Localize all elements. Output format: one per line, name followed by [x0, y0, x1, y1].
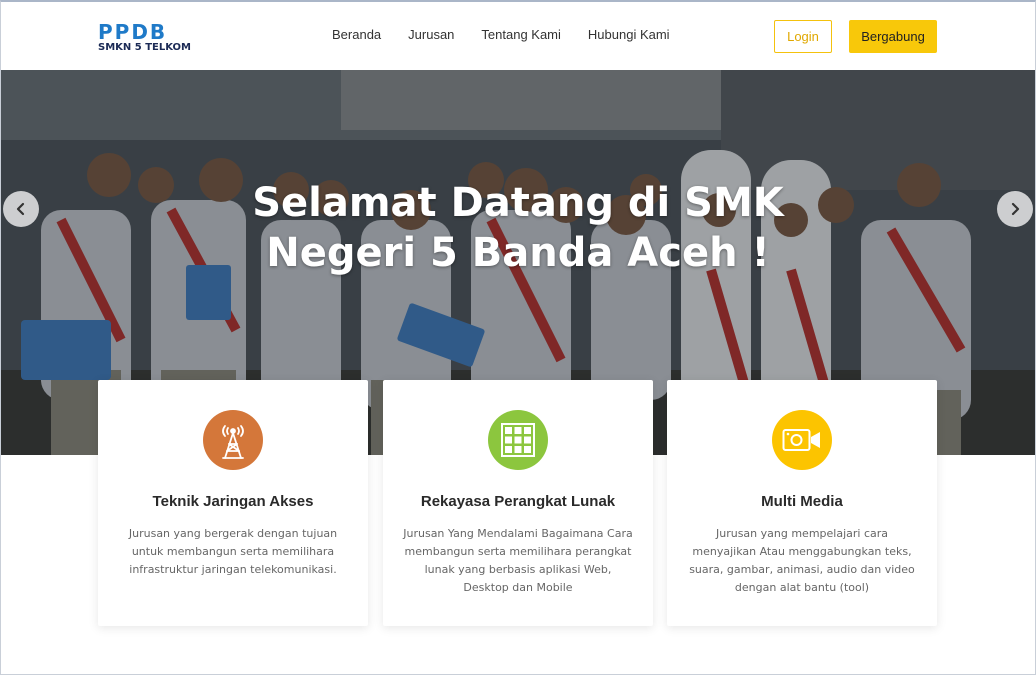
card-title: Multi Media — [761, 493, 843, 510]
program-card-rpl[interactable]: Rekayasa Perangkat Lunak Jurusan Yang Me… — [383, 380, 653, 626]
login-button[interactable]: Login — [774, 20, 832, 53]
card-description: Jurusan yang bergerak dengan tujuan untu… — [128, 527, 338, 576]
card-description: Jurusan Yang Mendalami Bagaimana Cara me… — [403, 527, 633, 594]
brand-logo[interactable]: PPDB SMKN 5 TELKOM — [98, 20, 191, 58]
card-title: Rekayasa Perangkat Lunak — [420, 493, 616, 510]
chevron-right-icon — [1011, 202, 1020, 216]
nav-link-jurusan[interactable]: Jurusan — [408, 27, 454, 42]
grid-icon — [501, 423, 535, 457]
nav-link-hubungi-kami[interactable]: Hubungi Kami — [588, 27, 670, 42]
nav-link-beranda[interactable]: Beranda — [332, 27, 381, 42]
card-description: Jurusan yang mempelajari cara menyajikan… — [689, 527, 915, 594]
antenna-tower-icon — [222, 425, 244, 459]
card-icon-circle — [772, 410, 832, 470]
logo-subtitle: SMKN 5 TELKOM — [98, 42, 191, 53]
top-navbar: PPDB SMKN 5 TELKOM Beranda Jurusan Tenta… — [1, 2, 1035, 70]
card-title: Teknik Jaringan Akses — [152, 493, 314, 510]
card-icon-circle — [488, 410, 548, 470]
program-card-mm[interactable]: Multi Media Jurusan yang mempelajari car… — [667, 380, 937, 626]
hero-title-line-2: Negeri 5 Banda Aceh ! — [266, 230, 770, 276]
video-camera-icon — [782, 429, 820, 451]
carousel-next-button[interactable] — [997, 191, 1033, 227]
carousel-prev-button[interactable] — [3, 191, 39, 227]
nav-link-tentang-kami[interactable]: Tentang Kami — [481, 27, 561, 42]
card-icon-circle — [203, 410, 263, 470]
program-card-tja[interactable]: Teknik Jaringan Akses Jurusan yang berge… — [98, 380, 368, 626]
join-button[interactable]: Bergabung — [849, 20, 937, 53]
logo-text: PPDB — [98, 20, 168, 44]
main-nav: Beranda Jurusan Tentang Kami Hubungi Kam… — [332, 27, 697, 42]
hero-title: Selamat Datang di SMK Negeri 5 Banda Ace… — [1, 178, 1035, 278]
hero-title-line-1: Selamat Datang di SMK — [252, 180, 784, 226]
chevron-left-icon — [16, 202, 25, 216]
